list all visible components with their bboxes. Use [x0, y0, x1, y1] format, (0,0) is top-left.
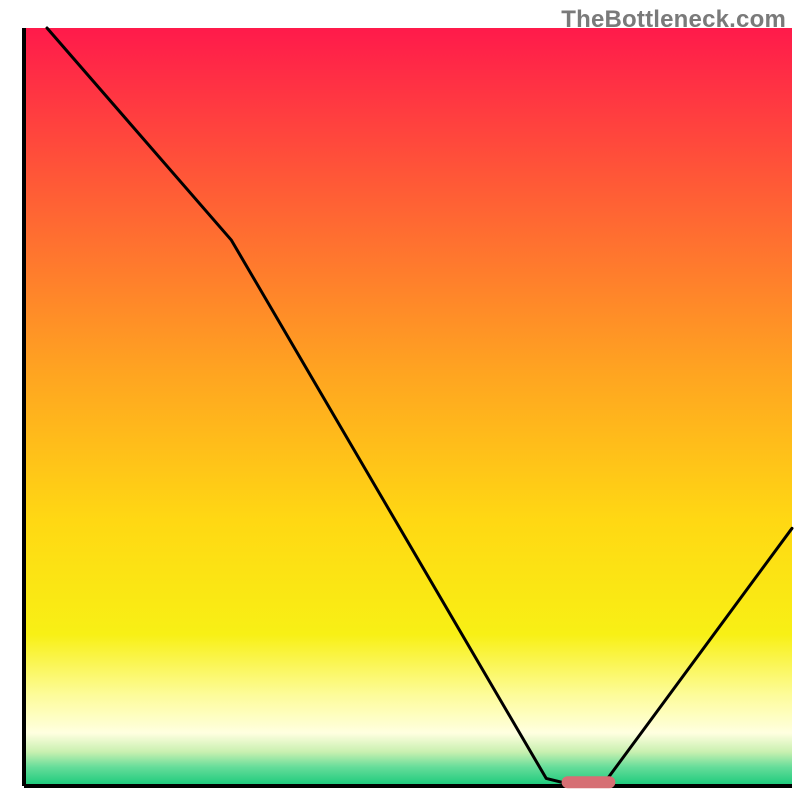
bottleneck-chart [0, 0, 800, 800]
watermark-text: TheBottleneck.com [561, 6, 786, 34]
optimal-range-marker [562, 776, 616, 788]
plot-background [24, 28, 792, 786]
